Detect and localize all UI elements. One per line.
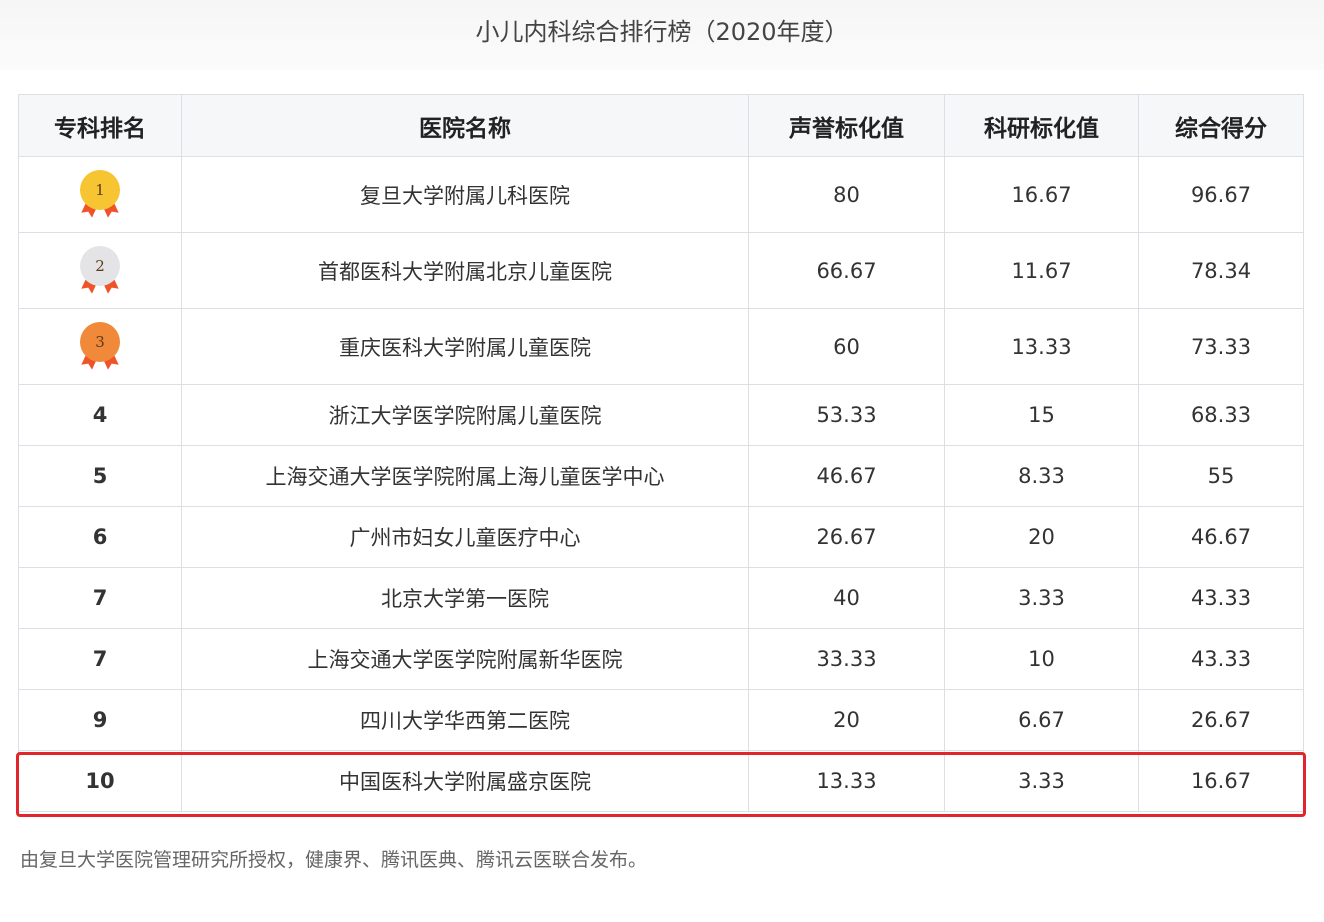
reputation-score: 46.67 — [749, 446, 945, 507]
research-score: 3.33 — [945, 751, 1139, 812]
rank-cell: 10 — [19, 751, 182, 812]
header-rank: 专科排名 — [19, 95, 182, 157]
silver-medal-icon: 2 — [78, 246, 122, 296]
research-score: 6.67 — [945, 690, 1139, 751]
table-row: 5上海交通大学医学院附属上海儿童医学中心46.678.3355 — [19, 446, 1304, 507]
reputation-score: 53.33 — [749, 385, 945, 446]
ranking-table: 专科排名 医院名称 声誉标化值 科研标化值 综合得分 1 复旦大学附属儿科医院80… — [18, 94, 1304, 812]
table-row: 2 首都医科大学附属北京儿童医院66.6711.6778.34 — [19, 233, 1304, 309]
bronze-medal-icon: 3 — [78, 322, 122, 372]
research-score: 3.33 — [945, 568, 1139, 629]
reputation-score: 66.67 — [749, 233, 945, 309]
rank-cell: 7 — [19, 629, 182, 690]
rank-cell: 4 — [19, 385, 182, 446]
total-score: 16.67 — [1139, 751, 1304, 812]
hospital-name: 四川大学华西第二医院 — [182, 690, 749, 751]
reputation-score: 20 — [749, 690, 945, 751]
hospital-name: 首都医科大学附属北京儿童医院 — [182, 233, 749, 309]
reputation-score: 33.33 — [749, 629, 945, 690]
total-score: 43.33 — [1139, 568, 1304, 629]
medal-number: 2 — [80, 246, 120, 286]
total-score: 68.33 — [1139, 385, 1304, 446]
research-score: 10 — [945, 629, 1139, 690]
reputation-score: 13.33 — [749, 751, 945, 812]
gold-medal-icon: 1 — [78, 170, 122, 220]
research-score: 13.33 — [945, 309, 1139, 385]
header-hospital: 医院名称 — [182, 95, 749, 157]
table-row: 4浙江大学医学院附属儿童医院53.331568.33 — [19, 385, 1304, 446]
table-row: 6广州市妇女儿童医疗中心26.672046.67 — [19, 507, 1304, 568]
hospital-name: 中国医科大学附属盛京医院 — [182, 751, 749, 812]
total-score: 73.33 — [1139, 309, 1304, 385]
research-score: 20 — [945, 507, 1139, 568]
total-score: 43.33 — [1139, 629, 1304, 690]
total-score: 96.67 — [1139, 157, 1304, 233]
research-score: 8.33 — [945, 446, 1139, 507]
header-total: 综合得分 — [1139, 95, 1304, 157]
total-score: 78.34 — [1139, 233, 1304, 309]
table-row: 7北京大学第一医院403.3343.33 — [19, 568, 1304, 629]
hospital-name: 浙江大学医学院附属儿童医院 — [182, 385, 749, 446]
total-score: 26.67 — [1139, 690, 1304, 751]
reputation-score: 60 — [749, 309, 945, 385]
reputation-score: 26.67 — [749, 507, 945, 568]
rank-cell: 5 — [19, 446, 182, 507]
table-header: 专科排名 医院名称 声誉标化值 科研标化值 综合得分 — [19, 95, 1304, 157]
rank-cell: 1 — [19, 157, 182, 233]
rank-cell: 3 — [19, 309, 182, 385]
table-row: 10中国医科大学附属盛京医院13.333.3316.67 — [19, 751, 1304, 812]
hospital-name: 复旦大学附属儿科医院 — [182, 157, 749, 233]
research-score: 16.67 — [945, 157, 1139, 233]
header-reputation: 声誉标化值 — [749, 95, 945, 157]
medal-number: 3 — [80, 322, 120, 362]
table-row: 3 重庆医科大学附属儿童医院6013.3373.33 — [19, 309, 1304, 385]
reputation-score: 80 — [749, 157, 945, 233]
hospital-name: 上海交通大学医学院附属新华医院 — [182, 629, 749, 690]
medal-number: 1 — [80, 170, 120, 210]
hospital-name: 广州市妇女儿童医疗中心 — [182, 507, 749, 568]
total-score: 46.67 — [1139, 507, 1304, 568]
rank-cell: 9 — [19, 690, 182, 751]
hospital-name: 上海交通大学医学院附属上海儿童医学中心 — [182, 446, 749, 507]
footer-note: 由复旦大学医院管理研究所授权，健康界、腾讯医典、腾讯云医联合发布。 — [20, 845, 647, 872]
hospital-name: 重庆医科大学附属儿童医院 — [182, 309, 749, 385]
rank-cell: 6 — [19, 507, 182, 568]
rank-cell: 7 — [19, 568, 182, 629]
table-row: 9四川大学华西第二医院206.6726.67 — [19, 690, 1304, 751]
header-research: 科研标化值 — [945, 95, 1139, 157]
rank-cell: 2 — [19, 233, 182, 309]
research-score: 15 — [945, 385, 1139, 446]
reputation-score: 40 — [749, 568, 945, 629]
hospital-name: 北京大学第一医院 — [182, 568, 749, 629]
total-score: 55 — [1139, 446, 1304, 507]
page-title: 小儿内科综合排行榜（2020年度） — [0, 12, 1324, 47]
table-row: 1 复旦大学附属儿科医院8016.6796.67 — [19, 157, 1304, 233]
research-score: 11.67 — [945, 233, 1139, 309]
table-row: 7上海交通大学医学院附属新华医院33.331043.33 — [19, 629, 1304, 690]
